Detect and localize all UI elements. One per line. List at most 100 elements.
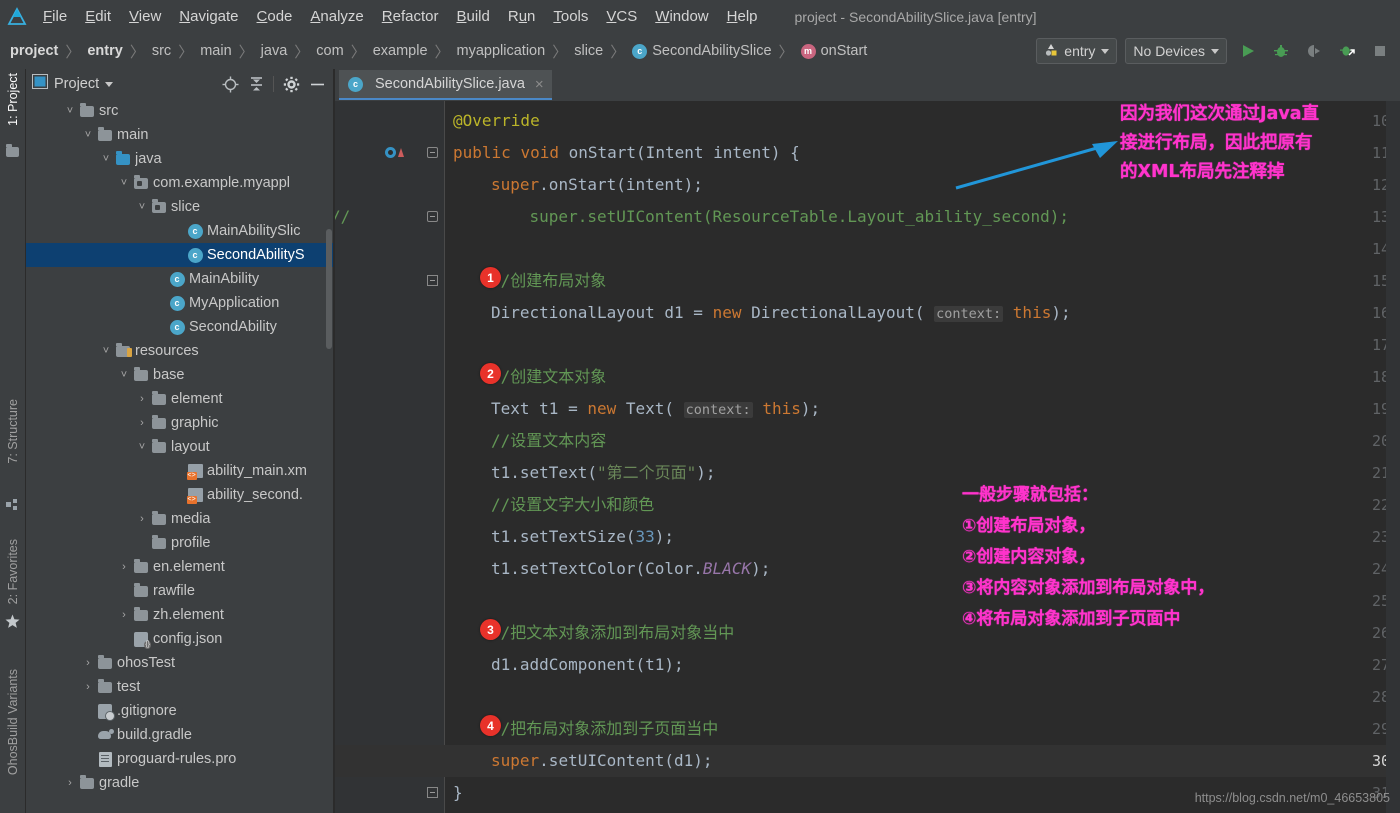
chevron-down-icon[interactable]: ˅ [62, 99, 78, 123]
line-number-25[interactable]: 25 [1320, 585, 1390, 617]
locate-file-icon[interactable] [219, 73, 241, 95]
chevron-down-icon[interactable]: ˅ [98, 339, 114, 363]
chevron-right-icon[interactable]: › [134, 387, 150, 411]
breadcrumb-item-slice[interactable]: slice [574, 43, 603, 59]
line-number-10[interactable]: 10 [1320, 105, 1390, 137]
tree-item-graphic[interactable]: › graphic [26, 411, 334, 435]
breadcrumb-item-com[interactable]: com [316, 43, 343, 59]
fold-marker-line31[interactable] [425, 776, 439, 808]
tree-item-ohostest[interactable]: › ohosTest [26, 651, 334, 675]
breadcrumb-item-java[interactable]: java [261, 43, 288, 59]
tree-item-slice[interactable]: ˅ slice [26, 195, 334, 219]
line-number-11[interactable]: 11 [1320, 137, 1390, 169]
chevron-right-icon[interactable]: › [80, 675, 96, 699]
project-tree[interactable]: ˅ src ˅ main ˅ java ˅ com.example.myappl ˅ slice c… [26, 99, 334, 813]
tree-item-config-json[interactable]: config.json [26, 627, 334, 651]
code-line-11[interactable]: public void onStart(Intent intent) { [453, 137, 800, 169]
menu-item-build[interactable]: Build [447, 6, 498, 27]
editor-scrollbar-track[interactable] [1386, 101, 1400, 813]
menu-item-view[interactable]: View [120, 6, 170, 27]
sidebar-item-project[interactable]: 1: Project [0, 73, 26, 126]
tree-item-secondability[interactable]: c SecondAbility [26, 315, 334, 339]
close-icon[interactable]: × [535, 76, 544, 93]
tree-item-zh-element[interactable]: › zh.element [26, 603, 334, 627]
tree-item-test[interactable]: › test [26, 675, 334, 699]
menu-item-edit[interactable]: Edit [76, 6, 120, 27]
breadcrumb-item-src[interactable]: src [152, 43, 171, 59]
chevron-right-icon[interactable]: › [116, 603, 132, 627]
menu-item-analyze[interactable]: Analyze [301, 6, 372, 27]
hide-panel-icon[interactable] [306, 73, 328, 95]
tree-item-secondabilitys[interactable]: c SecondAbilityS [26, 243, 334, 267]
chevron-right-icon[interactable]: › [62, 771, 78, 795]
code-line-30[interactable]: super.setUIContent(d1); [491, 745, 713, 777]
chevron-down-icon[interactable]: ˅ [80, 123, 96, 147]
chevron-right-icon[interactable]: › [116, 555, 132, 579]
tree-item-media[interactable]: › media [26, 507, 334, 531]
code-editor[interactable]: 10 @Override 11 public void onStart(Intent … [335, 101, 1400, 813]
menu-item-run[interactable]: Run [499, 6, 545, 27]
line-number-17[interactable]: 17 [1320, 329, 1390, 361]
profile-button[interactable] [1334, 39, 1359, 64]
code-line-19[interactable]: Text t1 = new Text( context: this); [491, 393, 820, 425]
stop-button[interactable] [1367, 39, 1392, 64]
line-number-15[interactable]: 15 [1320, 265, 1390, 297]
tree-item-profile[interactable]: profile [26, 531, 334, 555]
breadcrumb-item-project[interactable]: project [10, 43, 58, 59]
fold-marker-line15[interactable] [425, 264, 439, 296]
tree-item-ability-main-xm[interactable]: ability_main.xm [26, 459, 334, 483]
run-gutter-icon[interactable] [385, 146, 396, 158]
project-tree-scrollbar[interactable] [326, 229, 332, 349]
tree-item-element[interactable]: › element [26, 387, 334, 411]
line-number-21[interactable]: 21 [1320, 457, 1390, 489]
tree-item-resources[interactable]: ˅ resources [26, 339, 334, 363]
code-line-13[interactable]: super.setUIContent(ResourceTable.Layout_… [491, 201, 1069, 233]
menu-item-help[interactable]: Help [718, 6, 767, 27]
tree-item-rawfile[interactable]: rawfile [26, 579, 334, 603]
tree-item-src[interactable]: ˅ src [26, 99, 334, 123]
code-line-10[interactable]: @Override [453, 105, 540, 137]
tree-item-main[interactable]: ˅ main [26, 123, 334, 147]
code-line-27[interactable]: d1.addComponent(t1); [491, 649, 684, 681]
breadcrumb-item-onstart[interactable]: m onStart [800, 43, 867, 59]
override-arrow-icon[interactable] [398, 147, 404, 157]
breadcrumb-item-secondabilityslice[interactable]: c SecondAbilitySlice [632, 43, 772, 59]
chevron-right-icon[interactable]: › [134, 411, 150, 435]
chevron-right-icon[interactable]: › [134, 507, 150, 531]
line-number-26[interactable]: 26 [1320, 617, 1390, 649]
menu-item-refactor[interactable]: Refactor [373, 6, 448, 27]
line-number-23[interactable]: 23 [1320, 521, 1390, 553]
chevron-right-icon[interactable]: › [80, 651, 96, 675]
line-number-32[interactable]: 32 [1320, 809, 1390, 813]
menu-item-file[interactable]: File [34, 6, 76, 27]
chevron-down-icon[interactable]: ˅ [116, 363, 132, 387]
collapse-all-icon[interactable] [245, 73, 267, 95]
run-button[interactable] [1235, 39, 1260, 64]
tree-item-ability-second-[interactable]: ability_second. [26, 483, 334, 507]
line-number-29[interactable]: 29 [1320, 713, 1390, 745]
line-number-20[interactable]: 20 [1320, 425, 1390, 457]
tree-item-myapplication[interactable]: c MyApplication [26, 291, 334, 315]
tree-item-en-element[interactable]: › en.element [26, 555, 334, 579]
run-configuration-selector[interactable]: entry [1036, 38, 1118, 64]
chevron-down-icon[interactable]: ˅ [116, 171, 132, 195]
menu-item-code[interactable]: Code [248, 6, 302, 27]
breadcrumb-item-main[interactable]: main [200, 43, 231, 59]
menu-item-tools[interactable]: Tools [544, 6, 597, 27]
code-line-16[interactable]: DirectionalLayout d1 = new DirectionalLa… [491, 297, 1071, 329]
code-line-15[interactable]: //创建布局对象 [491, 265, 606, 297]
menu-item-navigate[interactable]: Navigate [170, 6, 247, 27]
chevron-down-icon[interactable]: ˅ [134, 195, 150, 219]
line-number-12[interactable]: 12 [1320, 169, 1390, 201]
tree-item-gradle[interactable]: › gradle [26, 771, 334, 795]
override-marker[interactable] [385, 136, 415, 168]
sidebar-item-favorites[interactable]: 2: Favorites [0, 539, 26, 604]
code-line-21[interactable]: t1.setText("第二个页面"); [491, 457, 716, 489]
breadcrumb-item-entry[interactable]: entry [87, 43, 122, 59]
code-line-22[interactable]: //设置文字大小和颜色 [491, 489, 654, 521]
attach-debugger-button[interactable] [1301, 39, 1326, 64]
sidebar-item-ohosbuild-variants[interactable]: OhosBuild Variants [0, 669, 26, 775]
chevron-down-icon[interactable]: ˅ [98, 147, 114, 171]
settings-gear-icon[interactable] [280, 73, 302, 95]
tree-item-layout[interactable]: ˅ layout [26, 435, 334, 459]
